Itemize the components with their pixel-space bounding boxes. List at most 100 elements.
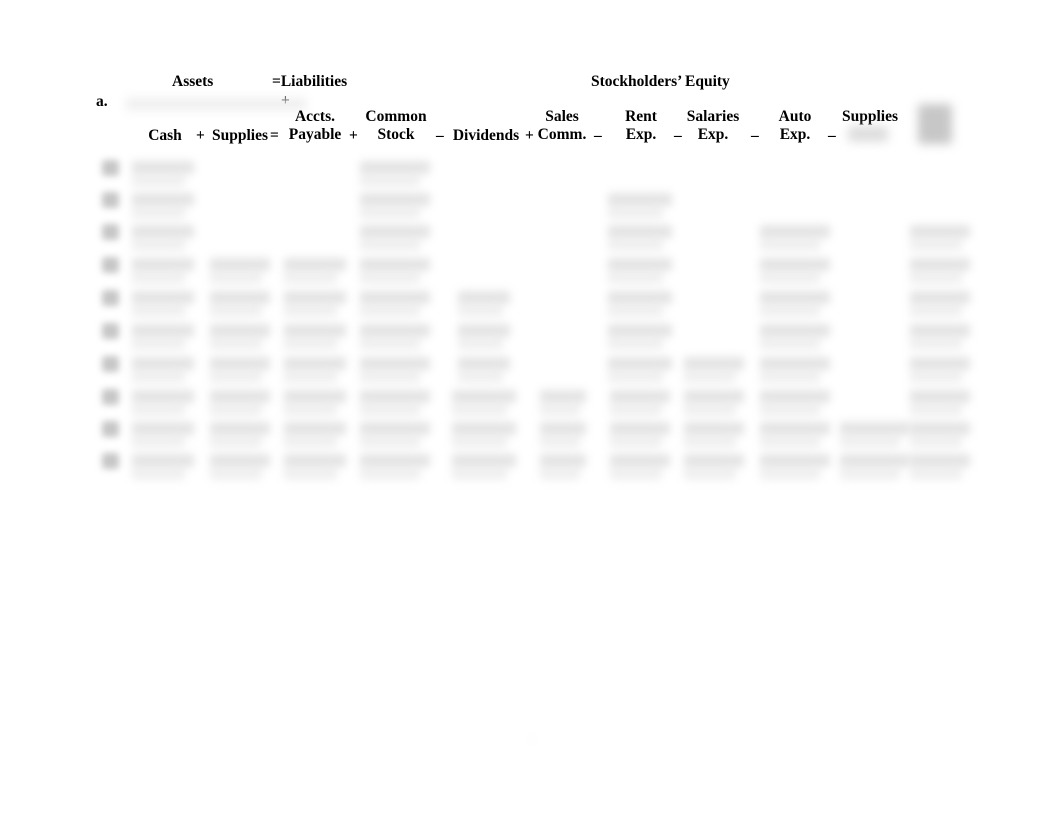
redacted-ledger-cell bbox=[458, 357, 510, 370]
redacted-ledger-cell bbox=[132, 193, 194, 206]
redacted-ledger-cell bbox=[540, 390, 586, 403]
redacted-ledger-cell bbox=[608, 193, 672, 206]
redacted-ledger-cell bbox=[610, 390, 670, 403]
redacted-ledger-cell bbox=[132, 454, 194, 467]
redacted-ledger-cell bbox=[760, 390, 830, 403]
redacted-ledger-cell bbox=[608, 258, 672, 271]
redacted-ledger-cell bbox=[610, 422, 670, 435]
redacted-row-marker bbox=[102, 356, 119, 372]
operator-equals-1: = bbox=[270, 127, 279, 144]
redacted-ledger-cell bbox=[360, 193, 430, 206]
ledger-row bbox=[0, 315, 1062, 350]
redacted-ledger-cell bbox=[910, 324, 970, 337]
page-number: 1 bbox=[528, 733, 536, 748]
ledger-row bbox=[0, 249, 1062, 284]
redacted-ledger-cell bbox=[210, 291, 270, 304]
redacted-row-marker bbox=[102, 453, 119, 469]
redacted-ledger-cell bbox=[910, 291, 970, 304]
redacted-ledger-cell bbox=[910, 225, 970, 238]
redacted-ledger-cell bbox=[284, 324, 346, 337]
redacted-row-marker bbox=[102, 290, 119, 306]
redacted-ledger-cell bbox=[360, 467, 420, 480]
redacted-ledger-cell bbox=[132, 161, 194, 174]
redacted-row-marker bbox=[102, 421, 119, 437]
column-header-accounts-payable: Accts. Payable bbox=[288, 108, 342, 143]
redacted-ledger-cell bbox=[684, 422, 744, 435]
redacted-ledger-cell bbox=[452, 422, 516, 435]
redacted-ledger-cell bbox=[284, 422, 346, 435]
redacted-ledger-cell bbox=[910, 357, 970, 370]
redacted-header-column-2 bbox=[918, 104, 952, 144]
redacted-ledger-cell bbox=[684, 467, 736, 480]
redacted-ledger-cell bbox=[284, 454, 346, 467]
column-header-sales-commissions: Sales Comm. bbox=[537, 108, 587, 143]
group-label-stockholders-equity: Stockholders’ Equity bbox=[591, 73, 730, 90]
group-header-row: Assets =Liabilities + Stockholders’ Equi… bbox=[0, 73, 1062, 109]
redacted-ledger-cell bbox=[132, 357, 194, 370]
ledger-row bbox=[0, 282, 1062, 317]
redacted-ledger-cell bbox=[540, 422, 586, 435]
operator-minus-4: – bbox=[751, 127, 759, 144]
redacted-ledger-cell bbox=[284, 291, 346, 304]
redacted-ledger-cell bbox=[360, 357, 430, 370]
redacted-ledger-cell bbox=[452, 390, 516, 403]
ledger-row bbox=[0, 216, 1062, 251]
redacted-ledger-cell bbox=[910, 422, 970, 435]
redacted-row-marker bbox=[102, 224, 119, 240]
redacted-ledger-cell bbox=[132, 258, 194, 271]
operator-plus-2: + bbox=[349, 127, 358, 144]
redacted-ledger-cell bbox=[760, 225, 830, 238]
redacted-ledger-cell bbox=[210, 467, 262, 480]
redacted-ledger-cell bbox=[910, 390, 970, 403]
redacted-ledger-cell bbox=[760, 357, 830, 370]
redacted-ledger-cell bbox=[284, 357, 346, 370]
redacted-ledger-cell bbox=[910, 454, 970, 467]
redacted-ledger-cell bbox=[540, 454, 586, 467]
ledger-row bbox=[0, 445, 1062, 480]
redacted-ledger-cell bbox=[608, 225, 672, 238]
redacted-ledger-cell bbox=[132, 422, 194, 435]
redacted-ledger-cell bbox=[452, 454, 516, 467]
redacted-ledger-cell bbox=[210, 422, 270, 435]
redacted-ledger-cell bbox=[360, 324, 430, 337]
redacted-ledger-cell bbox=[360, 454, 430, 467]
redacted-row-marker bbox=[102, 389, 119, 405]
redacted-ledger-cell bbox=[608, 357, 672, 370]
redacted-row-marker bbox=[102, 192, 119, 208]
redacted-row-marker bbox=[102, 323, 119, 339]
redacted-ledger-cell bbox=[132, 324, 194, 337]
redacted-ledger-cell bbox=[610, 467, 662, 480]
redacted-ledger-cell bbox=[608, 291, 672, 304]
redacted-ledger-cell bbox=[132, 291, 194, 304]
redacted-ledger-cell bbox=[760, 258, 830, 271]
redacted-row-marker bbox=[102, 160, 119, 176]
redacted-ledger-cell bbox=[210, 390, 270, 403]
ledger-body bbox=[0, 152, 1062, 480]
redacted-ledger-cell bbox=[360, 291, 430, 304]
group-label-assets: Assets bbox=[172, 73, 214, 90]
column-header-cash: Cash bbox=[148, 127, 182, 144]
operator-minus-5: – bbox=[828, 127, 836, 144]
operator-minus-1: – bbox=[436, 127, 444, 144]
redacted-ledger-cell bbox=[360, 390, 430, 403]
redacted-ledger-cell bbox=[540, 467, 580, 480]
redacted-row-marker bbox=[102, 257, 119, 273]
redacted-ledger-cell bbox=[760, 291, 830, 304]
redacted-ledger-cell bbox=[132, 390, 194, 403]
redacted-ledger-cell bbox=[132, 225, 194, 238]
redacted-ledger-cell bbox=[684, 357, 744, 370]
operator-minus-2: – bbox=[594, 127, 602, 144]
column-header-rent-expense: Rent Exp. bbox=[625, 108, 657, 143]
redacted-ledger-cell bbox=[840, 454, 910, 467]
redacted-ledger-cell bbox=[284, 467, 337, 480]
group-label-liabilities: =Liabilities bbox=[272, 73, 348, 90]
redacted-ledger-cell bbox=[760, 454, 830, 467]
ledger-row bbox=[0, 413, 1062, 448]
column-header-salaries-expense: Salaries Exp. bbox=[686, 108, 740, 143]
redacted-ledger-cell bbox=[610, 454, 670, 467]
ledger-row bbox=[0, 348, 1062, 383]
redacted-ledger-cell bbox=[760, 324, 830, 337]
redacted-header-column-1 bbox=[848, 126, 888, 142]
column-header-dividends: Dividends bbox=[452, 127, 520, 144]
redacted-ledger-cell bbox=[360, 161, 430, 174]
